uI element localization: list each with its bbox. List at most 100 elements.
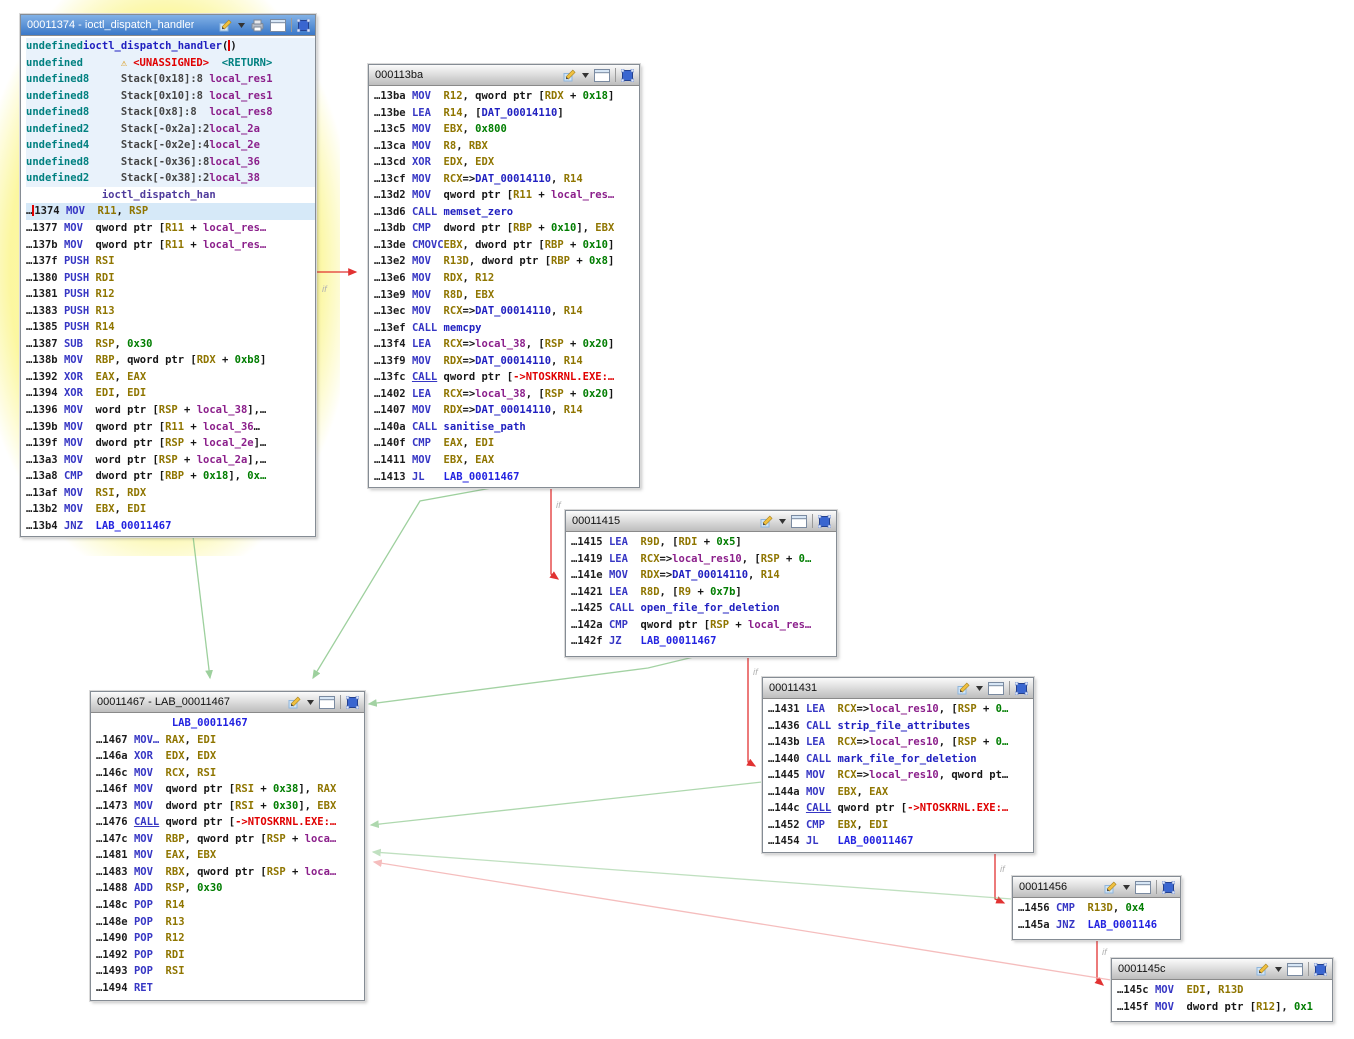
code-row[interactable]: …1385 PUSH R14 [26, 319, 315, 336]
code-row[interactable]: …13f4 LEA RCX=>local_38, [RSP + 0x20] [374, 336, 639, 353]
graph-block-00011415[interactable]: 00011415…1415 LEA R9D, [RDI + 0x5]…1419 … [565, 510, 837, 657]
code-row[interactable]: …1421 LEA R8D, [R9 + 0x7b] [571, 584, 836, 601]
maximize-icon[interactable] [1135, 881, 1151, 894]
code-row[interactable]: …145c MOV EDI, R13D [1117, 982, 1332, 999]
code-row[interactable]: undefined8 Stack[0x8]:8 local_res8 [26, 104, 315, 121]
code-row[interactable]: …1413 JL LAB_00011467 [374, 469, 639, 486]
code-row[interactable]: …139f MOV dword ptr [RSP + local_2e]… [26, 435, 315, 452]
graph-block-000113ba[interactable]: 000113ba…13ba MOV R12, qword ptr [RDX + … [368, 64, 640, 488]
code-row[interactable]: …13db CMP dword ptr [RBP + 0x10], EBX [374, 220, 639, 237]
code-row[interactable]: …146a XOR EDX, EDX [96, 748, 364, 765]
code-row[interactable]: …1407 MOV RDX=>DAT_00014110, R14 [374, 402, 639, 419]
code-row[interactable]: …13b4 JNZ LAB_00011467 [26, 518, 315, 535]
code-row[interactable]: …13f9 MOV RDX=>DAT_00014110, R14 [374, 353, 639, 370]
code-row[interactable]: …1411 MOV EBX, EAX [374, 452, 639, 469]
code-row[interactable]: …146c MOV RCX, RSI [96, 765, 364, 782]
code-row[interactable]: …1473 MOV dword ptr [RSI + 0x30], EBX [96, 798, 364, 815]
selection-icon[interactable] [818, 515, 831, 528]
code-row[interactable]: …1425 CALL open_file_for_deletion [571, 600, 836, 617]
code-row[interactable]: …1493 POP RSI [96, 963, 364, 980]
code-row[interactable]: …137f PUSH RSI [26, 253, 315, 270]
code-row[interactable]: …13ec MOV RCX=>DAT_00014110, R14 [374, 303, 639, 320]
selection-icon[interactable] [1314, 963, 1327, 976]
code-row[interactable]: …145f MOV dword ptr [R12], 0x1 [1117, 999, 1332, 1016]
paint-brush-icon[interactable] [1104, 880, 1118, 894]
code-row[interactable]: …13cf MOV RCX=>DAT_00014110, R14 [374, 171, 639, 188]
code-row[interactable]: …13e6 MOV RDX, R12 [374, 270, 639, 287]
code-row[interactable]: …141e MOV RDX=>DAT_00014110, R14 [571, 567, 836, 584]
dropdown-caret-icon[interactable] [307, 700, 314, 705]
block-header[interactable]: 00011456 [1013, 877, 1180, 898]
code-row[interactable]: …1481 MOV EAX, EBX [96, 847, 364, 864]
paint-brush-icon[interactable] [957, 681, 971, 695]
code-row[interactable]: …13cd XOR EDX, EDX [374, 154, 639, 171]
screenshot-icon[interactable] [250, 19, 265, 32]
code-row[interactable]: …144c CALL qword ptr [->NTOSKRNL.EXE:… [768, 800, 1033, 817]
code-row[interactable]: …137b MOV qword ptr [R11 + local_res… [26, 237, 315, 254]
maximize-icon[interactable] [791, 515, 807, 528]
block-header[interactable]: 00011415 [566, 511, 836, 532]
code-row[interactable]: …1483 MOV RBX, qword ptr [RSP + loca… [96, 864, 364, 881]
graph-block-00011467[interactable]: 00011467 - LAB_00011467 LAB_00011467…146… [90, 691, 365, 1001]
selection-icon[interactable] [297, 19, 310, 32]
code-row[interactable]: undefined2 Stack[-0x2a]:2local_2a [26, 121, 315, 138]
graph-block-00011374[interactable]: 00011374 - ioctl_dispatch_handlerundefin… [20, 14, 316, 537]
code-row[interactable]: undefined2 Stack[-0x38]:2local_38 [26, 170, 315, 187]
code-row[interactable]: …142a CMP qword ptr [RSP + local_res… [571, 617, 836, 634]
graph-block-0001145c[interactable]: 0001145c…145c MOV EDI, R13D…145f MOV dwo… [1111, 958, 1333, 1022]
block-header[interactable]: 00011467 - LAB_00011467 [91, 692, 364, 713]
code-row[interactable]: …13a3 MOV word ptr [RSP + local_2a],… [26, 452, 315, 469]
code-row[interactable]: …13ef CALL memcpy [374, 320, 639, 337]
paint-brush-icon[interactable] [288, 695, 302, 709]
code-row[interactable]: …13af MOV RSI, RDX [26, 485, 315, 502]
code-row[interactable]: undefined8 Stack[-0x36]:8local_36 [26, 154, 315, 171]
code-row[interactable]: …1467 MOV… RAX, EDI [96, 732, 364, 749]
code-row[interactable]: …1387 SUB RSP, 0x30 [26, 336, 315, 353]
code-row[interactable]: …140f CMP EAX, EDI [374, 435, 639, 452]
maximize-icon[interactable] [594, 69, 610, 82]
code-row[interactable]: LAB_00011467 [96, 715, 364, 732]
code-row[interactable]: …1377 MOV qword ptr [R11 + local_res… [26, 220, 315, 237]
code-row[interactable]: …142f JZ LAB_00011467 [571, 633, 836, 650]
code-row[interactable]: …1454 JL LAB_00011467 [768, 833, 1033, 850]
code-row[interactable]: …145a JNZ LAB_0001146 [1018, 917, 1180, 934]
code-row[interactable]: …1494 RET [96, 980, 364, 997]
maximize-icon[interactable] [270, 19, 286, 32]
dropdown-caret-icon[interactable] [779, 519, 786, 524]
code-row[interactable]: …1381 PUSH R12 [26, 286, 315, 303]
code-row[interactable]: …1394 XOR EDI, EDI [26, 385, 315, 402]
selection-icon[interactable] [1015, 682, 1028, 695]
code-row[interactable]: undefined ⚠ <UNASSIGNED> <RETURN> [26, 55, 315, 72]
code-row[interactable]: …143b LEA RCX=>local_res10, [RSP + 0… [768, 734, 1033, 751]
code-row[interactable]: …1476 CALL qword ptr [->NTOSKRNL.EXE:… [96, 814, 364, 831]
code-row[interactable]: …13e9 MOV R8D, EBX [374, 287, 639, 304]
code-row[interactable]: …1445 MOV RCX=>local_res10, qword pt… [768, 767, 1033, 784]
code-row[interactable]: …1440 CALL mark_file_for_deletion [768, 751, 1033, 768]
code-row[interactable]: …13d6 CALL memset_zero [374, 204, 639, 221]
code-row[interactable]: …1456 CMP R13D, 0x4 [1018, 900, 1180, 917]
code-row[interactable]: …13c5 MOV EBX, 0x800 [374, 121, 639, 138]
dropdown-caret-icon[interactable] [582, 73, 589, 78]
selection-icon[interactable] [621, 69, 634, 82]
code-row[interactable]: …1431 LEA RCX=>local_res10, [RSP + 0… [768, 701, 1033, 718]
paint-brush-icon[interactable] [563, 68, 577, 82]
dropdown-caret-icon[interactable] [1123, 885, 1130, 890]
dropdown-caret-icon[interactable] [238, 23, 245, 28]
maximize-icon[interactable] [1287, 963, 1303, 976]
code-row[interactable]: …13b2 MOV EBX, EDI [26, 501, 315, 518]
code-row[interactable]: …147c MOV RBP, qword ptr [RSP + loca… [96, 831, 364, 848]
code-row[interactable]: …13de CMOVCEBX, dword ptr [RBP + 0x10] [374, 237, 639, 254]
function-graph-viewport[interactable]: ififififif 00011374 - ioctl_dispatch_han… [0, 0, 1354, 1039]
code-row[interactable]: …139b MOV qword ptr [R11 + local_36… [26, 419, 315, 436]
selection-icon[interactable] [1162, 881, 1175, 894]
code-row[interactable]: undefinedioctl_dispatch_handler() [26, 38, 315, 55]
code-row[interactable]: ioctl_dispatch_han [26, 187, 315, 204]
code-row[interactable]: …138b MOV RBP, qword ptr [RDX + 0xb8] [26, 352, 315, 369]
maximize-icon[interactable] [988, 682, 1004, 695]
code-row[interactable]: …1374 MOV R11, RSP [26, 203, 315, 220]
code-row[interactable]: …144a MOV EBX, EAX [768, 784, 1033, 801]
paint-brush-icon[interactable] [1256, 962, 1270, 976]
block-header[interactable]: 00011374 - ioctl_dispatch_handler [21, 15, 315, 36]
code-row[interactable]: …1490 POP R12 [96, 930, 364, 947]
code-row[interactable]: …13fc CALL qword ptr [->NTOSKRNL.EXE:… [374, 369, 639, 386]
